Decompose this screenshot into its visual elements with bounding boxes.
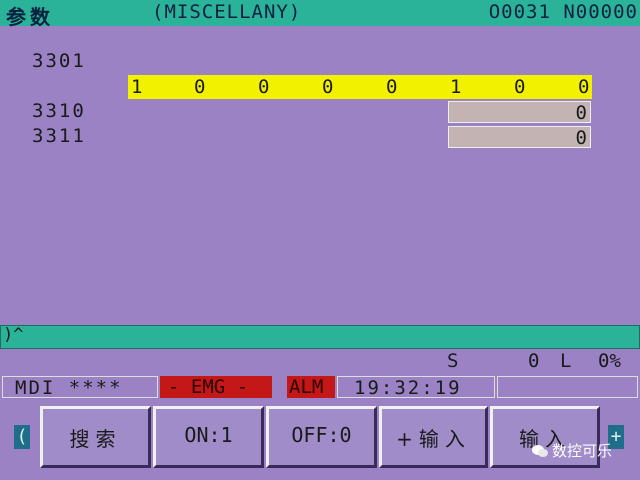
- mode-indicator: MDI ****: [2, 376, 158, 399]
- param-3311-number: 3311: [32, 125, 86, 147]
- load-label: L: [560, 350, 572, 372]
- mode-text: MDI ****: [15, 377, 123, 399]
- watermark-text: 数控可乐: [552, 442, 613, 460]
- softkey-search[interactable]: 搜索: [40, 406, 151, 468]
- softkey-prev-arrow[interactable]: (: [14, 425, 30, 449]
- clock-text: 19:32:19: [354, 377, 462, 399]
- bit-6[interactable]: 0: [194, 76, 205, 98]
- emergency-text: - EMG -: [168, 376, 249, 398]
- bit-7[interactable]: 1: [131, 76, 142, 98]
- param-3301-bits[interactable]: 1 0 0 0 0 1 0 0: [128, 75, 592, 99]
- program-number: O0031 N00000: [488, 1, 638, 23]
- clock: 19:32:19: [337, 376, 495, 399]
- softkey-off0-label: OFF:0: [291, 423, 352, 447]
- softkey-plus-input[interactable]: +输入: [379, 406, 488, 468]
- bit-5[interactable]: 0: [258, 76, 269, 98]
- alarm-indicator: ALM: [287, 376, 335, 398]
- softkey-search-label: 搜索: [69, 427, 122, 451]
- load-value: 0%: [598, 350, 621, 372]
- param-3301-number: 3301: [32, 50, 86, 72]
- param-3311-value-text: 0: [575, 127, 587, 149]
- screen-title: 参数: [6, 5, 54, 29]
- bit-4[interactable]: 0: [322, 76, 333, 98]
- status-blank: [497, 376, 638, 398]
- param-3310-value[interactable]: 0: [448, 101, 591, 124]
- alarm-text: ALM: [289, 376, 324, 398]
- screen-subtitle: (MISCELLANY): [152, 1, 302, 23]
- softkey-plus-input-label: +输入: [396, 427, 471, 451]
- softkey-off0[interactable]: OFF:0: [266, 406, 377, 468]
- bit-3[interactable]: 0: [386, 76, 397, 98]
- emergency-indicator: - EMG -: [160, 376, 272, 398]
- param-3310-value-text: 0: [575, 102, 587, 124]
- param-3310-number: 3310: [32, 100, 86, 122]
- bit-1[interactable]: 0: [514, 76, 525, 98]
- bit-0[interactable]: 0: [578, 76, 589, 98]
- spindle-value: 0: [528, 350, 540, 372]
- param-3311-value[interactable]: 0: [448, 126, 591, 149]
- spindle-label: S: [447, 350, 459, 372]
- key-in-buffer[interactable]: )^: [0, 325, 640, 349]
- softkey-on1[interactable]: ON:1: [153, 406, 264, 468]
- bit-2[interactable]: 1: [450, 76, 461, 98]
- wechat-icon: [532, 445, 548, 457]
- title-bar: 参数 (MISCELLANY) O0031 N00000: [0, 0, 640, 29]
- softkey-on1-label: ON:1: [184, 423, 233, 447]
- key-in-text: )^: [3, 325, 24, 345]
